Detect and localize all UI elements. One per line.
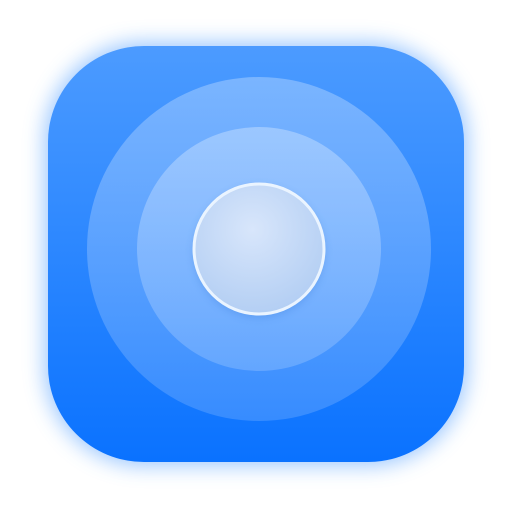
concentric-rings-icon (0, 0, 512, 512)
app-icon-graphic (44, 42, 468, 466)
icon-stage (0, 0, 512, 512)
center-disc (192, 182, 326, 316)
